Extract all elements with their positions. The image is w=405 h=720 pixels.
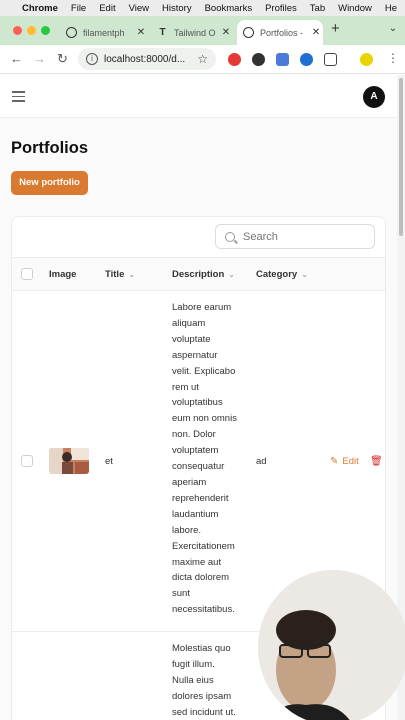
profile-avatar-icon[interactable] — [360, 53, 373, 66]
forward-arrow-icon[interactable]: → — [33, 51, 46, 66]
tab-tailwind-close-icon[interactable]: ✕ — [219, 27, 233, 38]
tab-portfolios-close-icon[interactable]: ✕ — [309, 27, 323, 38]
row-description: Molestias quo fugit illum. Nulla eius do… — [172, 643, 236, 718]
column-header-description-label: Description — [172, 269, 225, 280]
portfolio-thumbnail-image — [49, 448, 89, 474]
site-info-icon[interactable]: i — [86, 53, 98, 65]
address-url[interactable]: localhost:8000/d... — [104, 54, 197, 65]
menu-file[interactable]: File — [71, 3, 86, 14]
github-icon — [66, 27, 77, 38]
back-arrow-icon[interactable]: ← — [10, 51, 23, 66]
tab-tailwind-label: Tailwind O — [174, 27, 216, 38]
row-edit-button[interactable]: ✎ Edit — [330, 456, 359, 467]
window-close-button[interactable] — [13, 26, 22, 35]
chat-extension-icon[interactable] — [252, 53, 265, 66]
row-category: ad — [256, 456, 267, 467]
globe-icon — [243, 27, 254, 38]
row-checkbox[interactable] — [21, 455, 33, 467]
new-tab-plus-icon[interactable]: + — [331, 20, 340, 37]
menu-help[interactable]: He — [385, 3, 397, 14]
address-bar[interactable]: i localhost:8000/d... ☆ — [78, 48, 216, 70]
row-title: et — [105, 456, 113, 467]
column-header-title-label: Title — [105, 269, 125, 280]
tab-search-chevron-icon[interactable]: ⌄ — [386, 23, 400, 37]
search-input[interactable] — [243, 230, 363, 243]
docs-extension-icon[interactable] — [276, 53, 289, 66]
tab-portfolios[interactable]: Portfolios - ✕ — [237, 20, 323, 45]
opera-extension-icon[interactable] — [228, 53, 241, 66]
reload-icon[interactable]: ↻ — [57, 51, 68, 67]
column-header-title[interactable]: Title ⌄ — [105, 269, 135, 280]
window-zoom-button[interactable] — [41, 26, 50, 35]
menu-view[interactable]: View — [129, 3, 149, 14]
webcam-overlay — [258, 570, 405, 720]
extensions-puzzle-icon[interactable] — [324, 53, 337, 66]
search-field[interactable] — [215, 224, 375, 249]
tab-filament-close-icon[interactable]: ✕ — [134, 27, 148, 38]
table-header: Image Title ⌄ Description ⌄ Category ⌄ — [12, 257, 385, 291]
tab-filament-label: filamentph — [83, 27, 125, 38]
select-all-checkbox[interactable] — [21, 268, 33, 280]
menu-window[interactable]: Window — [338, 3, 372, 14]
column-header-category[interactable]: Category ⌄ — [256, 269, 308, 280]
menu-bookmarks[interactable]: Bookmarks — [205, 3, 253, 14]
menu-history[interactable]: History — [162, 3, 192, 14]
menu-profiles[interactable]: Profiles — [265, 3, 297, 14]
sort-chevron-icon: ⌄ — [128, 270, 136, 279]
tab-tailwind[interactable]: T Tailwind O ✕ — [151, 20, 233, 45]
menu-chrome[interactable]: Chrome — [22, 3, 58, 14]
browser-menu-icon[interactable]: ⋮ — [387, 51, 399, 65]
column-header-image: Image — [49, 269, 77, 280]
bookmark-star-icon[interactable]: ☆ — [197, 52, 208, 66]
user-avatar[interactable]: A — [363, 86, 385, 108]
menu-edit[interactable]: Edit — [99, 3, 115, 14]
browser-toolbar: ← → ↻ i localhost:8000/d... ☆ ⋮ — [0, 45, 405, 74]
tailwind-icon: T — [159, 27, 166, 38]
browser-tab-strip: filamentph ✕ T Tailwind O ✕ Portfolios -… — [0, 16, 405, 45]
hamburger-menu-icon[interactable] — [12, 91, 25, 102]
column-header-description[interactable]: Description ⌄ — [172, 269, 235, 280]
new-portfolio-button[interactable]: New portfolio — [11, 171, 88, 195]
edge-extension-icon[interactable] — [300, 53, 313, 66]
row-edit-label: Edit — [342, 456, 359, 467]
column-header-category-label: Category — [256, 269, 298, 280]
tab-portfolios-label: Portfolios - — [260, 27, 304, 38]
row-description: Labore earum aliquam voluptate aspernatu… — [172, 302, 237, 616]
search-icon — [225, 231, 235, 242]
menu-tab[interactable]: Tab — [310, 3, 325, 14]
tab-filament[interactable]: filamentph ✕ — [60, 20, 148, 45]
macos-menu-bar: Chrome File Edit View History Bookmarks … — [0, 0, 405, 16]
app-topbar: A — [0, 75, 397, 118]
sort-chevron-icon: ⌄ — [228, 270, 235, 279]
scrollbar-thumb[interactable] — [399, 78, 403, 236]
trash-icon: 🗑 — [370, 456, 383, 467]
row-delete-button[interactable]: 🗑 D — [370, 456, 385, 467]
page-title: Portfolios — [11, 139, 88, 157]
window-minimize-button[interactable] — [27, 26, 36, 35]
edit-pencil-icon: ✎ — [330, 456, 339, 467]
sort-chevron-icon: ⌄ — [301, 270, 308, 279]
